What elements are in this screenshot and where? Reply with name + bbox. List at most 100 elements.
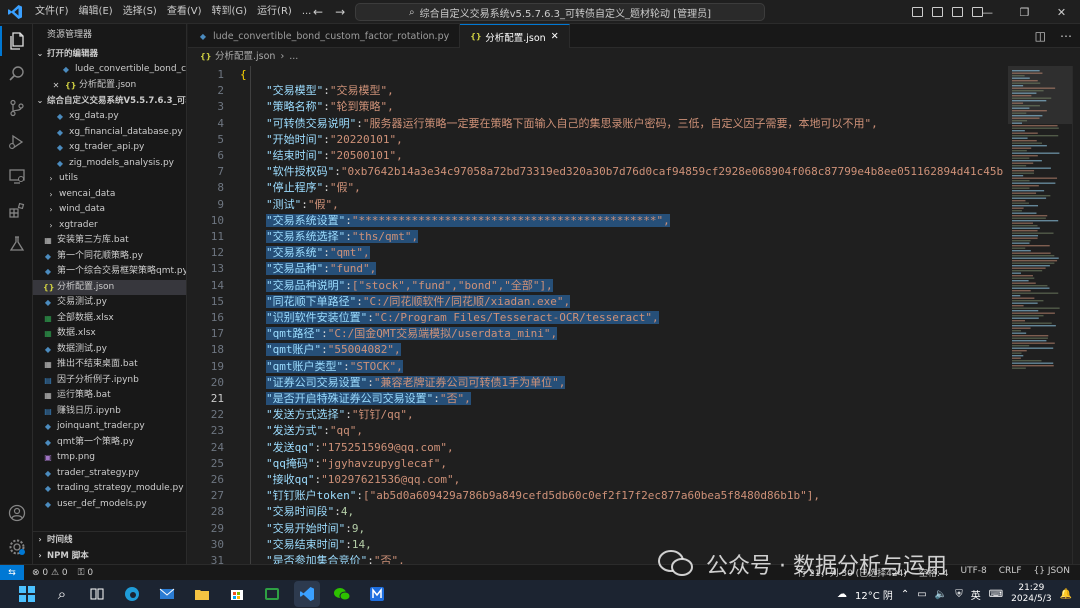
forward-arrow-icon[interactable]: → [335,5,345,19]
line-number: 21 [210,392,224,405]
file-item[interactable]: ◆ qmt第一个策略.py [33,435,186,451]
json-value: "假", [307,197,339,211]
volume-icon[interactable]: 🔈 [935,589,947,600]
start-button[interactable] [14,581,40,607]
file-item[interactable]: ▤ 赚钱日历.ipynb [33,404,186,420]
keyboard-icon[interactable]: ⌨ [989,589,1003,600]
store-icon[interactable] [224,581,250,607]
vscode-taskbar-icon[interactable] [294,581,320,607]
testing-flask-icon[interactable] [0,229,33,259]
file-item[interactable]: ◆ 数据测试.py [33,342,186,358]
npm-scripts-section[interactable]: › NPM 脚本 [33,548,186,564]
file-item[interactable]: ▦ 推出不结束桌面.bat [33,357,186,373]
source-control-icon[interactable] [0,93,33,123]
search-icon[interactable] [0,59,33,89]
open-editor-item[interactable]: ◆ lude_convertible_bond_c... [33,62,186,78]
explorer-icon[interactable] [0,26,33,56]
ports-count[interactable]: ⚿ 0 [78,568,93,578]
settings-gear-icon[interactable] [0,532,33,562]
line-ending[interactable]: CRLF [999,566,1022,579]
close-icon[interactable]: ✕ [51,78,61,94]
folder-item[interactable]: › wencai_data [33,187,186,203]
back-arrow-icon[interactable]: ← [313,5,323,19]
tab-python-file[interactable]: ◆ lude_convertible_bond_custom_factor_ro… [188,24,461,48]
notification-bell-icon[interactable]: 🔔 [1060,589,1072,600]
file-item[interactable]: ◆ 第一个同花顺策略.py [33,249,186,265]
menu-go[interactable]: 转到(G) [207,0,253,24]
open-editor-item[interactable]: ✕ {} 分析配置.json [33,78,186,94]
mail-icon[interactable] [154,581,180,607]
menu-selection[interactable]: 选择(S) [118,0,162,24]
split-editor-icon[interactable]: ◫ [1035,29,1046,43]
vertical-scrollbar[interactable] [1072,66,1080,564]
encoding[interactable]: UTF-8 [961,566,987,579]
file-item[interactable]: ◆ xg_trader_api.py [33,140,186,156]
wechat-icon[interactable] [329,581,355,607]
menu-view[interactable]: 查看(V) [162,0,207,24]
window-controls: — ❐ ✕ [969,0,1080,24]
folder-item[interactable]: › xgtrader [33,218,186,234]
workspace-section[interactable]: ⌄ 综合自定义交易系统V5.5.7.6.3_可转... [33,93,186,109]
open-editor-label: 分析配置.json [79,79,137,90]
language-mode[interactable]: {} JSON [1034,566,1071,579]
file-item[interactable]: ▦ 运行策略.bat [33,388,186,404]
file-explorer-icon[interactable] [189,581,215,607]
file-item[interactable]: ◆ zig_models_analysis.py [33,156,186,172]
toggle-primary-sidebar-icon[interactable] [912,7,923,17]
cursor-position[interactable]: 行 21，列 30 (已选择424) [797,566,907,579]
breadcrumb-file[interactable]: 分析配置.json [215,48,275,66]
security-shield-icon[interactable]: ⛨ [955,589,963,600]
terminal-app-icon[interactable] [259,581,285,607]
file-item[interactable]: ◆ xg_data.py [33,109,186,125]
tab-json-file[interactable]: {} 分析配置.json ✕ [460,24,570,48]
file-item[interactable]: ◆ trader_strategy.py [33,466,186,482]
file-item[interactable]: ▤ 因子分析例子.ipynb [33,373,186,389]
minimap[interactable] [1008,66,1072,386]
py-file-icon: ◆ [44,267,52,276]
file-item[interactable]: {} 分析配置.json [33,279,186,295]
file-item[interactable]: ▦ 全部数据.xlsx [33,311,186,327]
toggle-secondary-sidebar-icon[interactable] [952,7,963,17]
tray-overflow-icon[interactable]: ⌃ [901,589,909,600]
file-item[interactable]: ◆ xg_financial_database.py [33,125,186,141]
run-debug-icon[interactable] [0,127,33,157]
minimize-button[interactable]: — [969,0,1006,24]
remote-indicator-icon[interactable]: ⇆ [0,564,24,581]
menu-file[interactable]: 文件(F) [30,0,74,24]
timeline-section[interactable]: › 时间线 [33,532,186,548]
toggle-panel-icon[interactable] [932,7,943,17]
menu-run[interactable]: 运行(R) [252,0,297,24]
edge-browser-icon[interactable] [119,581,145,607]
extensions-icon[interactable] [0,195,33,225]
close-icon[interactable]: ✕ [551,31,559,42]
file-item[interactable]: ▦ 数据.xlsx [33,326,186,342]
indentation[interactable]: 空格: 4 [919,566,949,579]
file-item[interactable]: ◆ user_def_models.py [33,497,186,513]
file-item[interactable]: ▦ 安装第三方库.bat [33,233,186,249]
file-item[interactable]: ◆ trading_strategy_module.py [33,481,186,497]
open-editors-section[interactable]: ⌄ 打开的编辑器 [33,46,186,62]
more-actions-icon[interactable]: ⋯ [1060,29,1072,43]
file-item[interactable]: ▣ tmp.png [33,450,186,466]
weather-text[interactable]: 12°C 阴 [855,587,893,602]
folder-item[interactable]: › wind_data [33,202,186,218]
clock[interactable]: 21:29 2024/5/3 [1011,583,1051,605]
ime-indicator[interactable]: 英 [971,587,981,602]
account-icon[interactable] [0,498,33,528]
folder-item[interactable]: › utils [33,171,186,187]
file-item[interactable]: ◆ 第一个综合交易框架策略qmt.py [33,264,186,280]
task-view-icon[interactable] [84,581,110,607]
close-button[interactable]: ✕ [1043,0,1080,24]
breadcrumb-symbol[interactable]: ... [289,48,298,66]
network-icon[interactable]: ▭ [917,589,926,600]
restore-button[interactable]: ❐ [1006,0,1043,24]
problems-count[interactable]: ⊗ 0 ⚠ 0 [32,568,68,578]
code-editor[interactable]: 1{2 "交易模型":"交易模型", 3 "策略名称":"轮到策略", 4 "可转债交易说… [188,66,1008,564]
command-center[interactable]: ⌕ 综合自定义交易系统v5.5.7.6.3_可转债自定义_题材轮动 [管理员] [355,3,765,21]
app-m-icon[interactable] [364,581,390,607]
file-item[interactable]: ◆ 交易测试.py [33,295,186,311]
file-item[interactable]: ◆ joinquant_trader.py [33,419,186,435]
remote-explorer-icon[interactable] [0,161,33,191]
menu-edit[interactable]: 编辑(E) [74,0,118,24]
taskbar-search-icon[interactable]: ⌕ [49,581,75,607]
